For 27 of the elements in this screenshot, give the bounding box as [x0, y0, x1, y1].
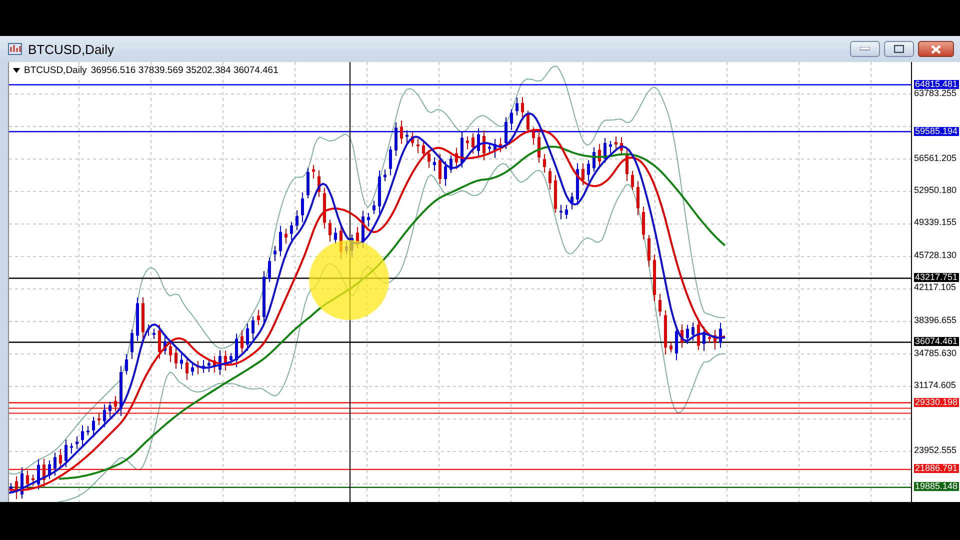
price-level-label: 36074.461: [914, 337, 959, 346]
price-tick-label: 34785.630: [914, 348, 957, 358]
minimize-icon: [860, 47, 870, 51]
ohlc-values: 36956.516 37839.569 35202.384 36074.461: [90, 65, 278, 76]
price-level-label: 21886.791: [914, 464, 959, 474]
price-level-label: 29330.198: [914, 398, 959, 407]
price-tick-label: 63783.255: [914, 89, 957, 98]
price-tick-label: 49339.155: [914, 218, 957, 228]
price-tick-label: 42117.105: [914, 283, 956, 292]
price-level-label: 43217.751: [914, 273, 959, 282]
close-icon: [931, 44, 941, 54]
price-tick-label: 45728.130: [914, 250, 957, 260]
price-tick-label: 56561.205: [914, 154, 957, 163]
dropdown-triangle-icon[interactable]: [13, 68, 20, 73]
price-level-label: 59585.194: [914, 126, 959, 136]
chart-window-icon: [8, 43, 22, 55]
price-tick-label: 52950.180: [914, 186, 957, 196]
price-tick-label: 31174.605: [914, 381, 956, 390]
maximize-button[interactable]: [884, 41, 914, 57]
price-level-label: 19885.148: [914, 482, 959, 492]
close-button[interactable]: [918, 41, 954, 57]
chart-symbol-label: BTCUSD,Daily: [24, 65, 87, 76]
price-tick-label: 23952.555: [914, 446, 957, 455]
price-tick-label: 38396.655: [914, 316, 957, 326]
price-level-label: 64815.481: [914, 80, 959, 89]
maximize-icon: [894, 45, 904, 53]
window-title: BTCUSD,Daily: [28, 42, 114, 56]
